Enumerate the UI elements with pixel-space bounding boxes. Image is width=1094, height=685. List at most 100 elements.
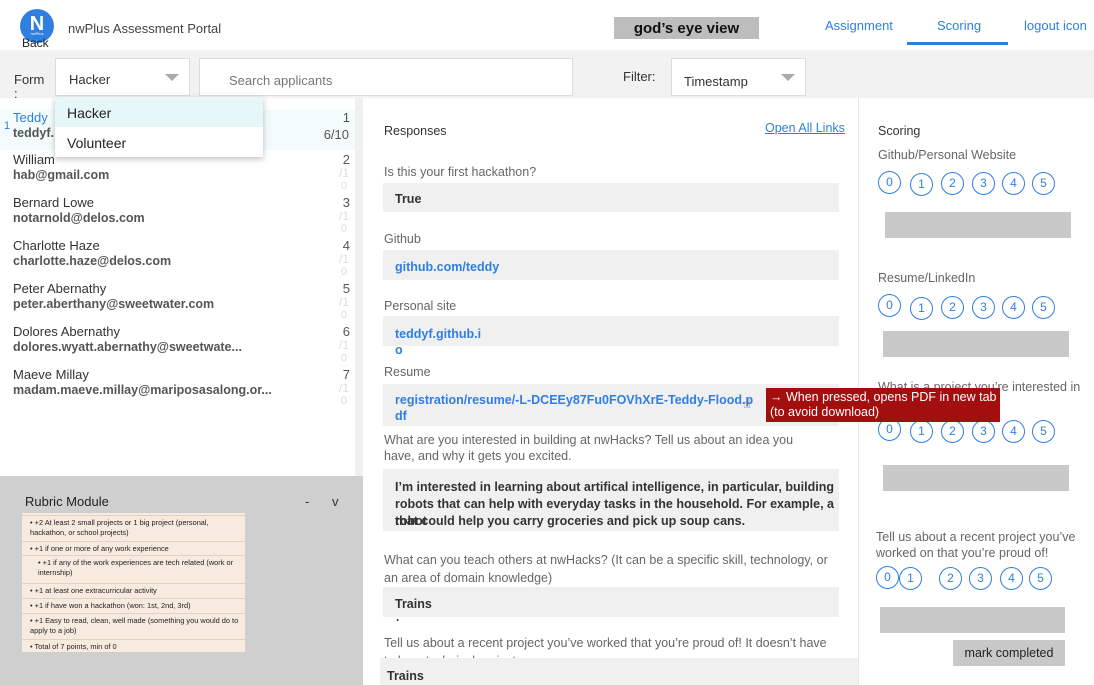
logout-icon[interactable]: logout icon (1024, 18, 1087, 33)
applicant-row[interactable]: Bernard Lowe notarnold@delos.com 3 /1 0 (0, 195, 355, 235)
scoring-question-resume: Resume/LinkedIn (878, 271, 976, 285)
score-option-1[interactable]: 1 (899, 567, 922, 590)
answer-github-link[interactable]: github.com/teddy (383, 250, 839, 280)
rubric-minimize-button[interactable]: - (305, 494, 309, 509)
score-option-2[interactable]: 2 (939, 567, 962, 590)
applicant-index: 2 (342, 152, 350, 167)
filter-bar: Form : Hacker Search applicants Filter: … (0, 50, 1094, 101)
search-placeholder: Search applicants (229, 73, 333, 88)
score-option-3[interactable]: 3 (972, 420, 995, 443)
applicant-row[interactable]: Charlotte Haze charlotte.haze@delos.com … (0, 238, 355, 278)
answer-building-idea: I’m interested in learning about artific… (383, 469, 839, 531)
applicant-index: 7 (342, 367, 350, 382)
applicant-score: 6/10 (323, 127, 349, 142)
applicant-row[interactable]: Dolores Abernathy dolores.wyatt.abernath… (0, 324, 355, 364)
score-option-4[interactable]: 4 (1000, 567, 1023, 590)
selected-row-marker: 1 (4, 120, 11, 132)
score-option-3[interactable]: 3 (972, 296, 995, 319)
rubric-criterion: • +2 At least 2 small projects or 1 big … (22, 515, 245, 540)
score-option-2[interactable]: 2 (941, 420, 964, 443)
rubric-criterion: • +1 at least one extracurricular activi… (22, 583, 245, 596)
hand-cursor-icon: ☝ (743, 396, 751, 411)
score-comment-box-resume[interactable] (883, 331, 1069, 357)
applicant-name: Peter Abernathy (13, 281, 107, 296)
score-scale-github: 0 1 2 3 4 5 (878, 171, 1068, 197)
score-option-3[interactable]: 3 (972, 172, 995, 195)
applicant-score: /1 (338, 295, 349, 309)
gods-eye-view-button[interactable]: god’s eye view (614, 17, 759, 39)
applicant-score: /1 (338, 381, 349, 395)
answer-personal-site-link[interactable]: teddyf.github.i (383, 316, 839, 346)
rubric-criterion: • Total of 7 points, min of 0 (22, 639, 245, 652)
applicant-email: dolores.wyatt.abernathy@sweetwate... (13, 340, 242, 354)
question-personal-site: Personal site (384, 299, 457, 313)
open-all-links-button[interactable]: Open All Links (765, 121, 845, 135)
mark-completed-button[interactable]: mark completed (953, 640, 1065, 666)
score-option-4[interactable]: 4 (1002, 296, 1025, 319)
score-option-5[interactable]: 5 (1029, 567, 1052, 590)
score-option-3[interactable]: 3 (969, 567, 992, 590)
applicant-row[interactable]: William hab@gmail.com 2 /1 0 (0, 152, 355, 192)
applicant-index: 1 (342, 110, 350, 125)
score-comment-box-interest[interactable] (883, 465, 1069, 491)
applicant-score-zero: 0 (340, 223, 347, 235)
score-option-2[interactable]: 2 (941, 296, 964, 319)
rubric-criterion: • +1 if any of the work experiences are … (22, 555, 245, 581)
score-comment-box-github[interactable] (885, 212, 1071, 238)
score-option-1[interactable]: 1 (910, 420, 933, 443)
applicant-score: /1 (338, 338, 349, 352)
score-option-1[interactable]: 1 (910, 173, 933, 196)
tab-scoring[interactable]: Scoring (937, 18, 981, 33)
score-option-2[interactable]: 2 (941, 172, 964, 195)
applicant-score-zero: 0 (340, 309, 347, 321)
form-select-value: Hacker (69, 72, 111, 87)
score-option-4[interactable]: 4 (1002, 420, 1025, 443)
applicant-email: teddyf. (13, 126, 54, 140)
score-scale-recent-project: 0 1 2 3 4 5 (876, 566, 1066, 592)
score-option-1[interactable]: 1 (910, 297, 933, 320)
applicant-name: Dolores Abernathy (13, 324, 120, 339)
form-select[interactable]: Hacker (55, 58, 190, 96)
applicant-email: peter.aberthany@sweetwater.com (13, 297, 215, 311)
score-option-0[interactable]: 0 (876, 566, 899, 589)
question-resume: Resume (384, 365, 431, 379)
form-dropdown-menu: Hacker Volunteer (55, 97, 263, 157)
applicant-name: Teddy (13, 110, 48, 125)
answer-personal-site-link-wrap[interactable]: o (395, 343, 403, 357)
filter-select-value: Timestamp (684, 74, 748, 89)
applicant-row[interactable]: Maeve Millay madam.maeve.millay@mariposa… (0, 367, 355, 407)
applicant-name: Maeve Millay (13, 367, 89, 382)
search-input[interactable]: Search applicants (199, 58, 573, 96)
tab-assignment[interactable]: Assignment (825, 18, 893, 33)
applicant-email: charlotte.haze@delos.com (13, 254, 172, 268)
score-option-5[interactable]: 5 (1032, 172, 1055, 195)
rubric-title: Rubric Module (25, 494, 109, 509)
applicant-email: hab@gmail.com (13, 168, 110, 182)
applicant-email: notarnold@delos.com (13, 211, 145, 225)
applicant-index: 5 (342, 281, 350, 296)
dropdown-option-hacker[interactable]: Hacker (55, 97, 263, 127)
score-option-0[interactable]: 0 (878, 294, 901, 317)
answer-teach-others: Trains (383, 587, 839, 617)
scoring-question-recent-project: Tell us about a recent project you’ve wo… (876, 530, 1076, 560)
applicant-score-zero: 0 (340, 352, 347, 364)
rubric-criterion: • +1 Easy to read, clean, well made (som… (22, 613, 245, 638)
dropdown-option-volunteer[interactable]: Volunteer (55, 127, 263, 157)
score-comment-box-recent-project[interactable] (880, 607, 1065, 633)
applicant-index: 3 (342, 195, 350, 210)
score-option-0[interactable]: 0 (878, 171, 901, 194)
score-option-5[interactable]: 5 (1032, 296, 1055, 319)
applicant-score: /1 (338, 166, 349, 180)
score-option-5[interactable]: 5 (1032, 420, 1055, 443)
rubric-criterion: • +1 if have won a hackathon (won: 1st, … (22, 598, 245, 611)
applicant-score-zero: 0 (340, 395, 347, 407)
rubric-toggle-button[interactable]: v (332, 494, 339, 509)
question-github: Github (384, 232, 421, 246)
score-option-4[interactable]: 4 (1002, 172, 1025, 195)
applicant-name: Charlotte Haze (13, 238, 100, 253)
applicant-row[interactable]: Peter Abernathy peter.aberthany@sweetwat… (0, 281, 355, 321)
scoring-title: Scoring (878, 124, 921, 138)
back-button[interactable]: Back (22, 36, 49, 50)
answer-recent-project: Trains (380, 658, 858, 685)
filter-select[interactable]: Timestamp (671, 58, 806, 96)
